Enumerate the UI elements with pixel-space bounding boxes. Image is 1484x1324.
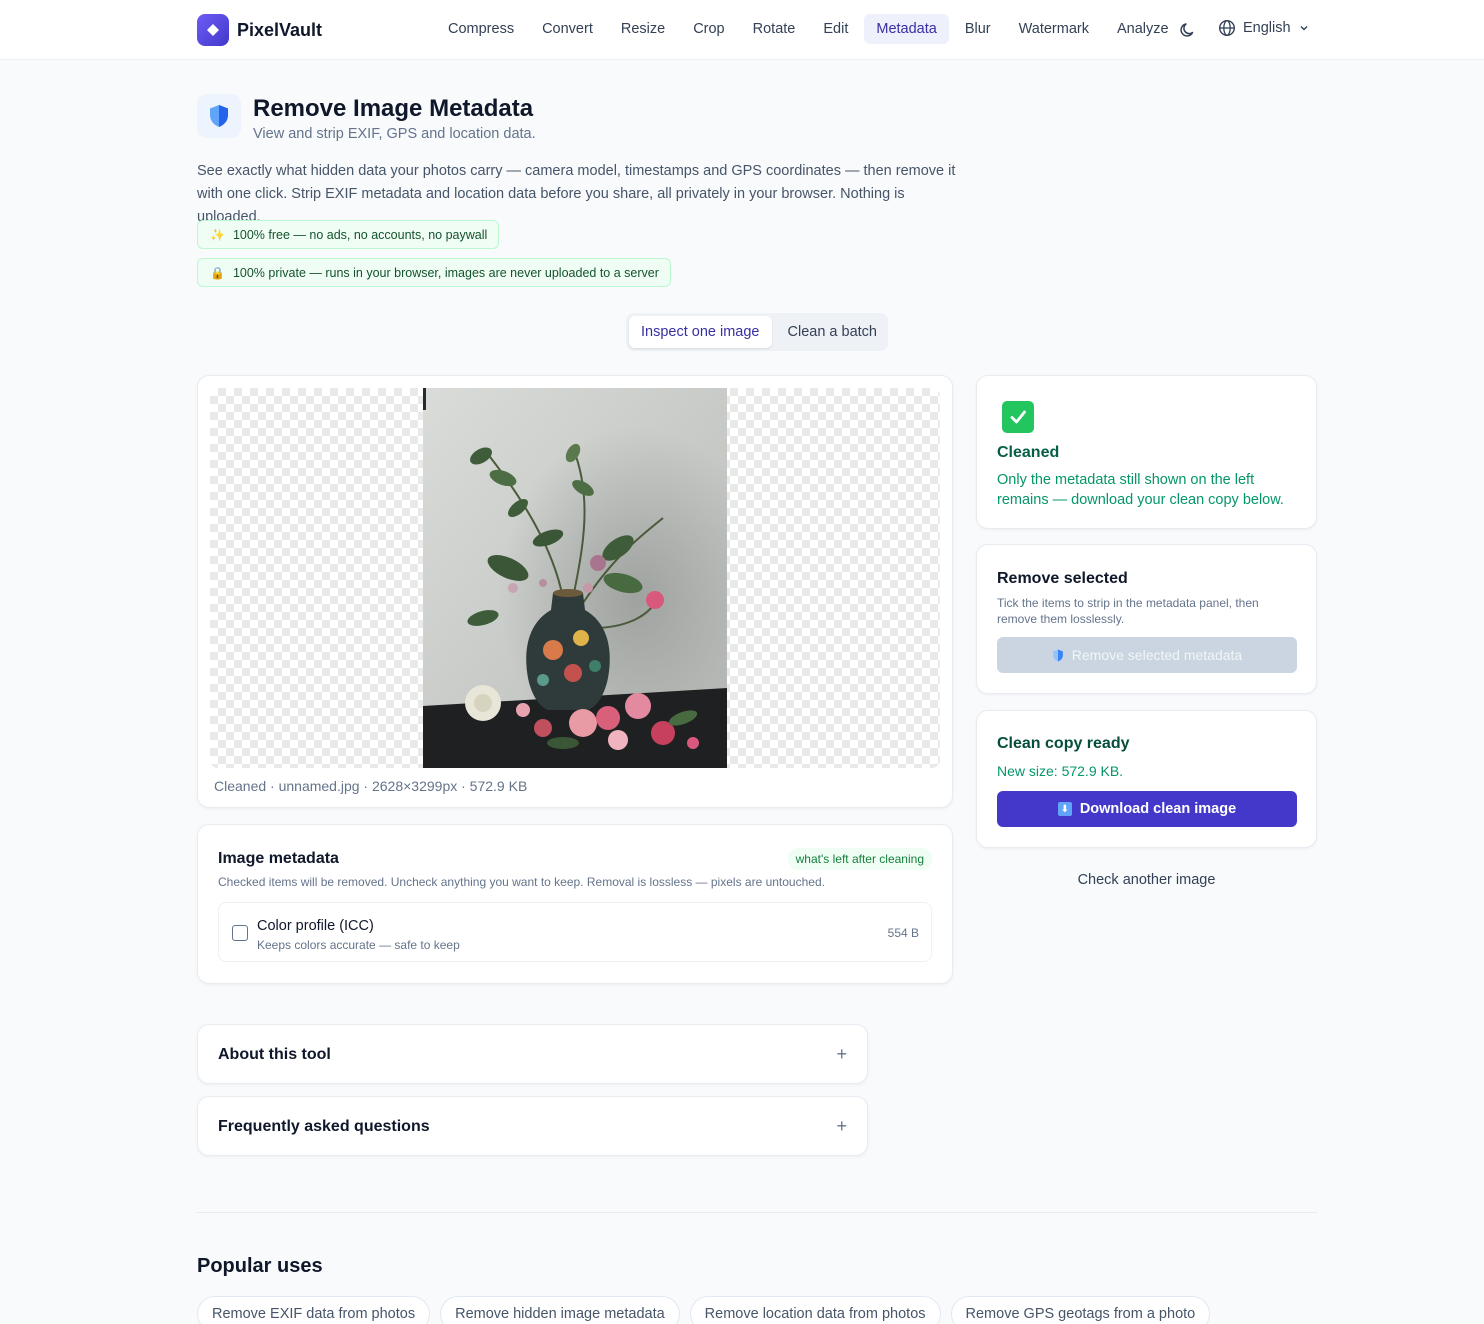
shield-icon: [197, 94, 241, 138]
nav-watermark[interactable]: Watermark: [1007, 14, 1101, 44]
free-badge-text: 100% free — no ads, no accounts, no payw…: [232, 227, 488, 242]
remove-selected-label: Remove selected metadata: [1071, 647, 1243, 663]
metadata-title: Image metadata: [218, 850, 339, 867]
image-preview: [210, 388, 940, 768]
nav-compress[interactable]: Compress: [436, 14, 526, 44]
popular-uses-title: Popular uses: [197, 1255, 323, 1277]
accordion-about-title: About this tool: [218, 1046, 331, 1063]
lock-icon: 🔒: [210, 265, 225, 280]
main-nav: Compress Convert Resize Crop Rotate Edit…: [436, 14, 1185, 44]
globe-icon: [1218, 19, 1236, 37]
remove-title: Remove selected: [997, 570, 1128, 587]
nav-convert[interactable]: Convert: [530, 14, 605, 44]
status-title: Cleaned: [997, 444, 1060, 461]
status-badge: what's left after cleaning: [787, 848, 932, 870]
image-caption: Cleaned · unnamed.jpg · 2628×3299px · 57…: [214, 778, 528, 794]
plus-icon: +: [836, 1116, 847, 1136]
popular-use-chip[interactable]: Remove GPS geotags from a photo: [950, 1296, 1211, 1324]
remove-selected-card: Remove selected Tick the items to strip …: [976, 544, 1317, 694]
metadata-card: Image metadata what's left after cleanin…: [197, 824, 953, 984]
intro-text: See exactly what hidden data your photos…: [197, 163, 956, 225]
private-badge: 🔒 100% private — runs in your browser, i…: [197, 258, 671, 287]
flower-vase-photo: [423, 388, 727, 768]
page-title: Remove Image Metadata: [253, 95, 534, 122]
icc-checkbox[interactable]: [232, 925, 248, 941]
check-icon: [1002, 401, 1034, 433]
metadata-row-icc[interactable]: Color profile (ICC) Keeps colors accurat…: [218, 902, 932, 962]
nav-analyze[interactable]: Analyze: [1105, 14, 1181, 44]
sparkle-icon: ✨: [210, 227, 225, 242]
language-selector[interactable]: English: [1218, 19, 1309, 37]
accordion-faq-title: Frequently asked questions: [218, 1118, 430, 1135]
metadata-description: Checked items will be removed. Uncheck a…: [218, 875, 825, 889]
nav-resize[interactable]: Resize: [609, 14, 677, 44]
metadata-item-hint: Keeps colors accurate — safe to keep: [257, 938, 460, 952]
tab-inspect-one[interactable]: Inspect one image: [629, 316, 772, 348]
nav-edit[interactable]: Edit: [811, 14, 860, 44]
accordion-about[interactable]: About this tool +: [197, 1024, 868, 1084]
status-text: Only the metadata still shown on the lef…: [997, 472, 1284, 508]
check-another-button[interactable]: Check another image: [976, 872, 1317, 888]
page-subtitle: View and strip EXIF, GPS and location da…: [253, 126, 536, 142]
free-badge: ✨ 100% free — no ads, no accounts, no pa…: [197, 220, 500, 249]
popular-use-chip[interactable]: Remove location data from photos: [689, 1296, 941, 1324]
download-button[interactable]: ⬇ Download clean image: [997, 791, 1297, 827]
cleaned-status-card: Cleaned Only the metadata still shown on…: [976, 375, 1317, 529]
download-icon: ⬇: [1057, 802, 1072, 816]
remove-text: Tick the items to strip in the metadata …: [997, 596, 1259, 626]
section-divider: [197, 1212, 1317, 1213]
logo-icon: [197, 14, 229, 46]
metadata-item-label: Color profile (ICC): [257, 918, 374, 934]
preview-card: Cleaned · unnamed.jpg · 2628×3299px · 57…: [197, 375, 953, 808]
plus-icon: +: [836, 1044, 847, 1064]
logo-text: PixelVault: [237, 19, 323, 40]
moon-icon[interactable]: [1178, 20, 1198, 40]
nav-metadata[interactable]: Metadata: [864, 14, 949, 44]
ready-title: Clean copy ready: [997, 735, 1130, 752]
new-size-text: New size: 572.9 KB.: [997, 763, 1124, 779]
nav-crop[interactable]: Crop: [681, 14, 736, 44]
popular-uses-list: Remove EXIF data from photos Remove hidd…: [197, 1296, 1220, 1324]
nav-blur[interactable]: Blur: [953, 14, 1003, 44]
chevron-down-icon: [1300, 26, 1308, 31]
mode-tabs: Inspect one image Clean a batch: [626, 313, 888, 351]
nav-rotate[interactable]: Rotate: [741, 14, 808, 44]
metadata-item-size: 554 B: [887, 926, 919, 940]
language-label: English: [1243, 20, 1291, 36]
shield-icon: [1052, 649, 1063, 661]
private-badge-text: 100% private — runs in your browser, ima…: [232, 265, 659, 280]
tab-clean-batch[interactable]: Clean a batch: [776, 316, 889, 348]
popular-use-chip[interactable]: Remove EXIF data from photos: [197, 1296, 431, 1324]
accordion-faq[interactable]: Frequently asked questions +: [197, 1096, 868, 1156]
logo[interactable]: PixelVault: [197, 14, 322, 46]
remove-selected-button[interactable]: Remove selected metadata: [997, 637, 1297, 673]
popular-use-chip[interactable]: Remove hidden image metadata: [440, 1296, 680, 1324]
download-label: Download clean image: [1079, 801, 1237, 817]
clean-copy-card: Clean copy ready New size: 572.9 KB. ⬇ D…: [976, 710, 1317, 848]
top-header: PixelVault Compress Convert Resize Crop …: [0, 0, 1484, 60]
